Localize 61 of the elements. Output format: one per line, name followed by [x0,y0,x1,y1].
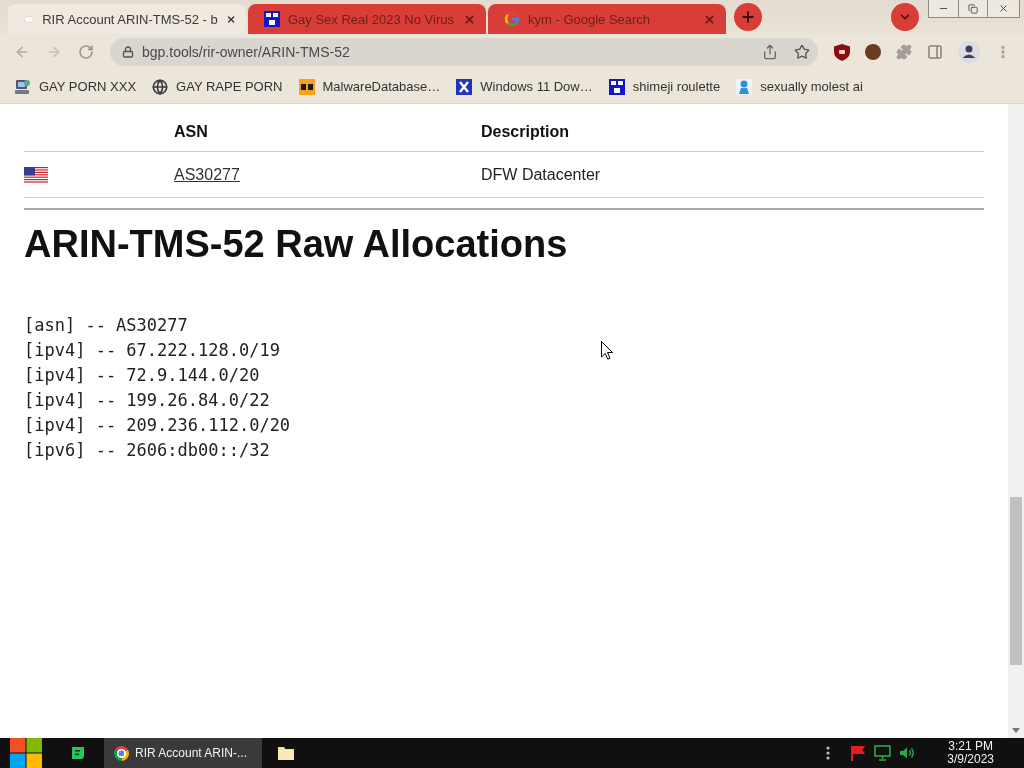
clock-time: 3:21 PM [948,740,993,753]
tile-icon [264,11,280,27]
allocation-line: [ipv6] -- 2606:db00::/32 [24,439,270,462]
side-panel-icon[interactable] [927,44,943,60]
scroll-down-icon[interactable] [1012,728,1020,733]
browser-logo-icon [114,745,129,761]
allocation-line: [ipv4] -- 72.9.144.0/20 [24,364,260,387]
close-icon [998,3,1009,14]
star-icon[interactable] [794,44,810,60]
plus-icon [740,9,756,25]
reload-icon[interactable] [78,44,94,60]
tab-list-button[interactable] [891,3,919,31]
tile-icon [608,78,625,95]
x-tile-icon [456,78,473,95]
speaker-icon[interactable] [899,746,916,760]
bookmark-item[interactable]: sexually molest ai [736,78,863,95]
chat-icon [70,745,86,761]
share-icon[interactable] [762,44,778,60]
allocation-line: [ipv4] -- 199.26.84.0/22 [24,389,270,412]
computer-icon [14,78,31,95]
bookmark-item[interactable]: GAY PORN XXX [14,78,137,95]
flag-icon [24,166,48,183]
allocation-line: [ipv4] -- 209.236.112.0/20 [24,414,291,437]
restore-icon [968,3,978,14]
browser-tab[interactable]: RIR Account ARIN-TMS-52 - b [8,4,246,34]
table-cell: DFW Datacenter [481,152,984,198]
g-icon [504,11,520,27]
tile-icon [298,78,315,95]
table-header-cell: Description [481,104,984,152]
globe-icon [152,78,169,95]
folder-icon [278,746,294,760]
flag-icon[interactable] [850,745,867,761]
bookmark-item[interactable]: MalwareDatabase… [298,78,441,95]
avatar-icon[interactable] [865,44,881,60]
table-header-cell: ASN [174,104,481,152]
scrollbar-thumb[interactable] [1010,497,1022,665]
figure-icon [736,78,753,95]
minimize-button[interactable] [928,0,959,18]
cursor-icon [601,341,613,360]
new-tab-button[interactable] [734,3,762,31]
asn-link[interactable]: AS30277 [174,165,240,184]
monitor-icon[interactable] [874,745,892,761]
restore-button[interactable] [958,0,988,18]
allocation-line: [ipv4] -- 67.222.128.0/19 [24,339,280,362]
page-icon [24,14,35,24]
lock-icon [122,46,134,58]
page-heading: ARIN-TMS-52 Raw Allocations [24,223,568,265]
address-bar[interactable]: bgp.tools/rir-owner/ARIN-TMS-52 [110,38,818,66]
profile-icon[interactable] [958,41,980,63]
taskbar-button[interactable]: RIR Account ARIN-... [104,738,262,768]
windows-logo-icon[interactable] [10,738,42,768]
allocation-line: [asn] -- AS30277 [24,314,188,337]
bookmark-item[interactable]: Windows 11 Dow… [456,78,593,95]
close-window-button[interactable] [987,0,1020,18]
bookmark-item[interactable]: shimeji roulette [608,78,721,95]
url-text: bgp.tools/rir-owner/ARIN-TMS-52 [142,44,350,60]
shield-icon[interactable] [834,43,850,61]
clock-date: 3/9/2023 [947,753,994,766]
dots-icon[interactable] [826,746,831,760]
puzzle-icon[interactable] [896,44,912,60]
bookmark-item[interactable]: GAY RAPE PORN [152,78,283,95]
